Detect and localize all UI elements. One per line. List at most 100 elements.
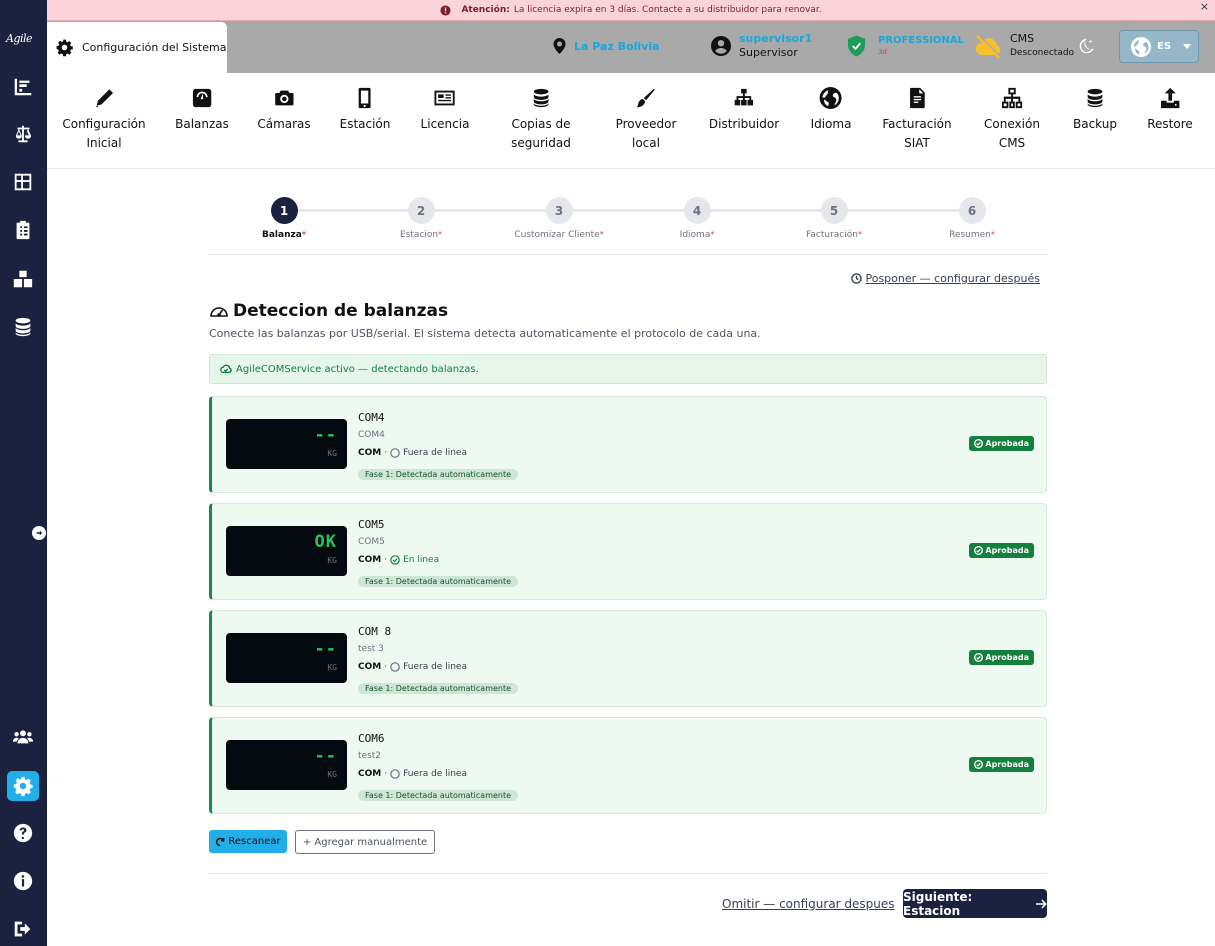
sidebar-item-database[interactable] (10, 314, 36, 340)
weight-value: OK (314, 532, 337, 552)
database-icon (1087, 88, 1103, 108)
step-label: Balanza (262, 230, 302, 240)
scale-type: COM (358, 555, 382, 565)
weight-unit: KG (327, 663, 337, 672)
sidebar-item-info[interactable] (10, 868, 36, 894)
location-indicator[interactable]: La Paz Bolivia (553, 38, 660, 54)
step-balanza[interactable]: 1 Balanza* (224, 197, 344, 240)
step-label: Facturación (806, 230, 858, 240)
tool-label: Proveedor local (615, 117, 677, 150)
step-resumen[interactable]: 6 Resumen* (912, 197, 1032, 240)
weight-unit: KG (327, 449, 337, 458)
license-indicator[interactable]: PROFESSIONAL 3d (847, 35, 964, 57)
settings-toolbar: Configuración Inicial Balanzas Cámaras E… (47, 73, 1215, 169)
required-marker: * (857, 230, 862, 239)
tool-license[interactable]: Licencia (420, 87, 470, 134)
user-menu[interactable]: supervisor1 Supervisor (711, 32, 812, 60)
step-estacion[interactable]: 2 Estacion* (361, 197, 481, 240)
tool-cms-connection[interactable]: Conexión CMS (984, 87, 1040, 153)
location-text: La Paz Bolivia (574, 39, 660, 53)
next-button[interactable]: Siguiente: Estacion (903, 889, 1047, 918)
tool-restore[interactable]: Restore (1147, 87, 1193, 134)
tool-backup[interactable]: Backup (1073, 87, 1117, 134)
chevron-down-icon (1183, 44, 1192, 49)
tool-label: Configuración Inicial (62, 117, 146, 150)
info-circle-icon (13, 871, 33, 891)
scale-card[interactable]: -- KG COM4 COM4 COM · Fuera de linea Fase… (209, 396, 1047, 493)
tool-backups[interactable]: Copias de seguridad (511, 87, 571, 153)
step-customizar-cliente[interactable]: 3 Customizar Cliente* (499, 197, 619, 240)
language-selector[interactable]: ES (1119, 30, 1199, 63)
tool-language[interactable]: Idioma (811, 87, 851, 134)
tool-initial-config[interactable]: Configuración Inicial (62, 87, 146, 153)
circle-icon (390, 769, 400, 779)
exclamation-circle-icon (440, 4, 451, 16)
scale-status-text: Fuera de linea (403, 448, 467, 458)
tool-cameras[interactable]: Cámaras (257, 87, 311, 134)
grid-icon (14, 173, 32, 191)
sidebar-item-dashboard[interactable] (10, 169, 36, 195)
sidebar-item-help[interactable] (10, 820, 36, 846)
scale-status: COM · Fuera de linea (358, 658, 518, 676)
tool-scales[interactable]: Balanzas (175, 87, 229, 134)
required-marker: * (599, 230, 604, 239)
sidebar-item-settings[interactable] (7, 771, 39, 801)
sidebar-item-scales[interactable] (10, 121, 36, 147)
postpone-link[interactable]: Posponer — configurar después (851, 272, 1040, 285)
page-title: Configuración del Sistema (82, 41, 227, 54)
scale-card[interactable]: -- KG COM6 test2 COM · Fuera de linea Fas… (209, 717, 1047, 814)
globe-icon (1131, 36, 1151, 57)
upload-icon (1160, 87, 1180, 109)
approved-text: Aprobada (985, 653, 1029, 662)
tool-local-provider[interactable]: Proveedor local (615, 87, 677, 153)
weight-unit: KG (327, 556, 337, 565)
tool-invoicing-siat[interactable]: Facturación SIAT (882, 87, 952, 153)
rescan-button[interactable]: Rescanear (209, 830, 287, 853)
step-idioma[interactable]: 4 Idioma* (637, 197, 757, 240)
required-marker: * (438, 230, 443, 239)
scale-port: test 3 (358, 644, 384, 654)
tool-label: Licencia (420, 117, 470, 131)
mobile-icon (359, 87, 371, 109)
logout-icon (14, 921, 31, 937)
theme-toggle-button[interactable] (1077, 37, 1097, 57)
skip-link[interactable]: Omitir — configurar despues (722, 897, 895, 911)
license-alert: Atención: La licencia expira en 3 días. … (47, 0, 1215, 21)
add-manual-button[interactable]: + Agregar manualmente (295, 830, 435, 854)
scale-card[interactable]: -- KG COM 8 test 3 COM · Fuera de linea F… (209, 610, 1047, 707)
sidebar: Agile (0, 0, 47, 946)
service-status-banner: AgileCOMService activo — detectando bala… (209, 354, 1047, 384)
sidebar-item-inventory[interactable] (10, 266, 36, 292)
tool-station[interactable]: Estación (340, 87, 390, 134)
step-number: 6 (958, 197, 986, 224)
scale-type: COM (358, 662, 382, 672)
brush-icon (637, 88, 656, 108)
approved-badge: Aprobada (969, 543, 1034, 558)
tool-distributor[interactable]: Distribuidor (709, 87, 779, 134)
required-marker: * (301, 230, 306, 239)
cloud-icon (220, 364, 232, 374)
scale-name: COM5 (358, 518, 385, 531)
weight-value: -- (314, 425, 337, 445)
arrow-right-icon (1036, 899, 1047, 908)
sidebar-expand-button[interactable] (32, 526, 46, 540)
step-label: Estacion (399, 230, 439, 240)
service-status-text: AgileCOMService activo — detectando bala… (236, 363, 479, 375)
circle-icon (390, 448, 400, 458)
sidebar-item-users[interactable] (10, 724, 36, 750)
step-label: Resumen (949, 230, 991, 240)
sidebar-item-logout[interactable] (10, 916, 36, 942)
approved-badge: Aprobada (969, 757, 1034, 772)
cms-status[interactable]: CMS Desconectado (974, 32, 1074, 60)
arrow-right-icon (36, 530, 43, 536)
step-facturacion[interactable]: 5 Facturación* (774, 197, 894, 240)
alert-close-button[interactable]: × (1200, 0, 1209, 13)
clock-icon (851, 273, 863, 284)
scale-port: COM4 (358, 430, 385, 440)
sidebar-item-tasks[interactable] (10, 217, 36, 243)
scale-status-text: En linea (403, 555, 440, 565)
phase-badge: Fase 1: Detectada automaticamente (358, 469, 519, 480)
sidebar-item-reports[interactable] (10, 74, 36, 100)
tool-label: Balanzas (175, 117, 229, 131)
scale-card[interactable]: OK KG COM5 COM5 COM · En linea Fase 1: De… (209, 503, 1047, 600)
